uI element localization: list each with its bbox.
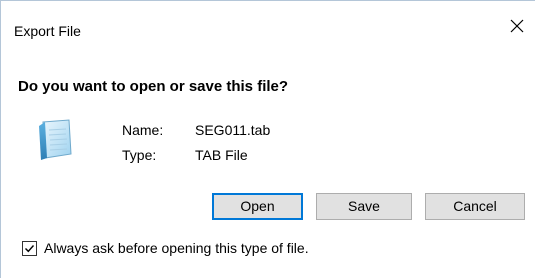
dialog-prompt: Do you want to open or save this file?	[18, 78, 289, 95]
close-button[interactable]	[499, 9, 535, 43]
export-file-dialog: Export File Do you want to open or save …	[0, 0, 535, 278]
save-button[interactable]: Save	[316, 193, 412, 220]
open-button[interactable]: Open	[212, 193, 303, 220]
cancel-button[interactable]: Cancel	[425, 193, 525, 220]
checkmark-icon	[25, 245, 35, 253]
dialog-title: Export File	[14, 23, 81, 39]
file-name-value: SEG011.tab	[195, 122, 271, 138]
type-label: Type:	[122, 147, 157, 163]
always-ask-checkbox[interactable]	[22, 241, 37, 256]
notepad-file-icon	[39, 119, 72, 160]
file-type-value: TAB File	[195, 147, 248, 163]
name-label: Name:	[122, 122, 164, 138]
close-icon	[510, 19, 524, 33]
always-ask-label: Always ask before opening this type of f…	[44, 240, 309, 256]
